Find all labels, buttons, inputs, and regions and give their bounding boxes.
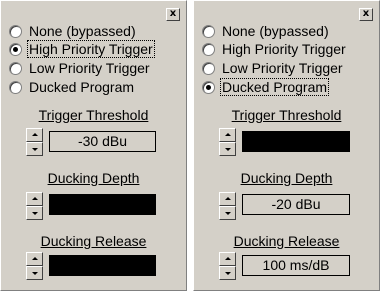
spin-down-arrow-icon[interactable] xyxy=(219,142,236,156)
ducking-release-value[interactable] xyxy=(49,255,156,276)
radio-ducked-program[interactable]: Ducked Program xyxy=(9,78,136,96)
radio-selected-icon[interactable] xyxy=(9,42,22,56)
spin-up-arrow-icon[interactable] xyxy=(26,252,43,266)
radio-label: High Priority Trigger xyxy=(222,41,346,57)
ducking-depth-spinner[interactable] xyxy=(26,192,43,220)
radio-icon[interactable] xyxy=(202,42,215,56)
spin-down-arrow-icon[interactable] xyxy=(26,206,43,220)
radio-low-priority-trigger[interactable]: Low Priority Trigger xyxy=(202,59,345,77)
radio-high-priority-trigger[interactable]: High Priority Trigger xyxy=(202,40,348,58)
spin-down-arrow-icon[interactable] xyxy=(219,206,236,220)
radio-selected-icon[interactable] xyxy=(202,80,215,94)
close-button[interactable]: x xyxy=(359,8,373,21)
spin-down-arrow-icon[interactable] xyxy=(26,142,43,156)
radio-icon[interactable] xyxy=(202,24,215,38)
ducking-depth-value[interactable]: -20 dBu xyxy=(242,194,350,215)
spin-down-arrow-icon[interactable] xyxy=(26,266,43,280)
trigger-threshold-value[interactable]: -30 dBu xyxy=(49,131,156,152)
radio-label: None (bypassed) xyxy=(29,23,136,39)
radio-icon[interactable] xyxy=(9,61,22,75)
radio-label: None (bypassed) xyxy=(222,23,329,39)
radio-label: Low Priority Trigger xyxy=(222,60,343,76)
ducker-panel-right: x None (bypassed) High Priority Trigger … xyxy=(193,0,380,291)
radio-low-priority-trigger[interactable]: Low Priority Trigger xyxy=(9,59,152,77)
radio-high-priority-trigger[interactable]: High Priority Trigger xyxy=(9,40,155,58)
radio-ducked-program[interactable]: Ducked Program xyxy=(202,78,330,96)
trigger-threshold-spinner[interactable] xyxy=(26,128,43,156)
spin-up-arrow-icon[interactable] xyxy=(26,128,43,142)
spin-up-arrow-icon[interactable] xyxy=(219,252,236,266)
trigger-threshold-spinner[interactable] xyxy=(219,128,236,156)
trigger-threshold-value[interactable] xyxy=(242,131,350,152)
spin-up-arrow-icon[interactable] xyxy=(219,128,236,142)
spin-up-arrow-icon[interactable] xyxy=(26,192,43,206)
radio-icon[interactable] xyxy=(202,61,215,75)
ducking-release-spinner[interactable] xyxy=(219,252,236,280)
trigger-threshold-title: Trigger Threshold xyxy=(38,107,149,123)
spin-up-arrow-icon[interactable] xyxy=(219,192,236,206)
trigger-threshold-title: Trigger Threshold xyxy=(231,107,342,123)
ducking-release-value[interactable]: 100 ms/dB xyxy=(242,255,350,276)
radio-label: Ducked Program xyxy=(220,78,330,96)
radio-none-bypassed[interactable]: None (bypassed) xyxy=(202,22,331,40)
ducking-depth-spinner[interactable] xyxy=(219,192,236,220)
close-button[interactable]: x xyxy=(166,8,180,21)
ducker-panel-left: x None (bypassed) High Priority Trigger … xyxy=(0,0,187,291)
radio-label: Low Priority Trigger xyxy=(29,60,150,76)
spin-down-arrow-icon[interactable] xyxy=(219,266,236,280)
radio-label: Ducked Program xyxy=(29,79,135,95)
radio-icon[interactable] xyxy=(9,80,22,94)
ducking-depth-title: Ducking Depth xyxy=(240,170,333,186)
radio-icon[interactable] xyxy=(9,24,22,38)
radio-none-bypassed[interactable]: None (bypassed) xyxy=(9,22,138,40)
ducking-release-title: Ducking Release xyxy=(233,233,340,249)
ducking-depth-title: Ducking Depth xyxy=(47,170,140,186)
radio-label: High Priority Trigger xyxy=(27,40,155,58)
ducking-depth-value[interactable] xyxy=(49,194,156,215)
ducking-release-title: Ducking Release xyxy=(40,233,147,249)
ducking-release-spinner[interactable] xyxy=(26,252,43,280)
